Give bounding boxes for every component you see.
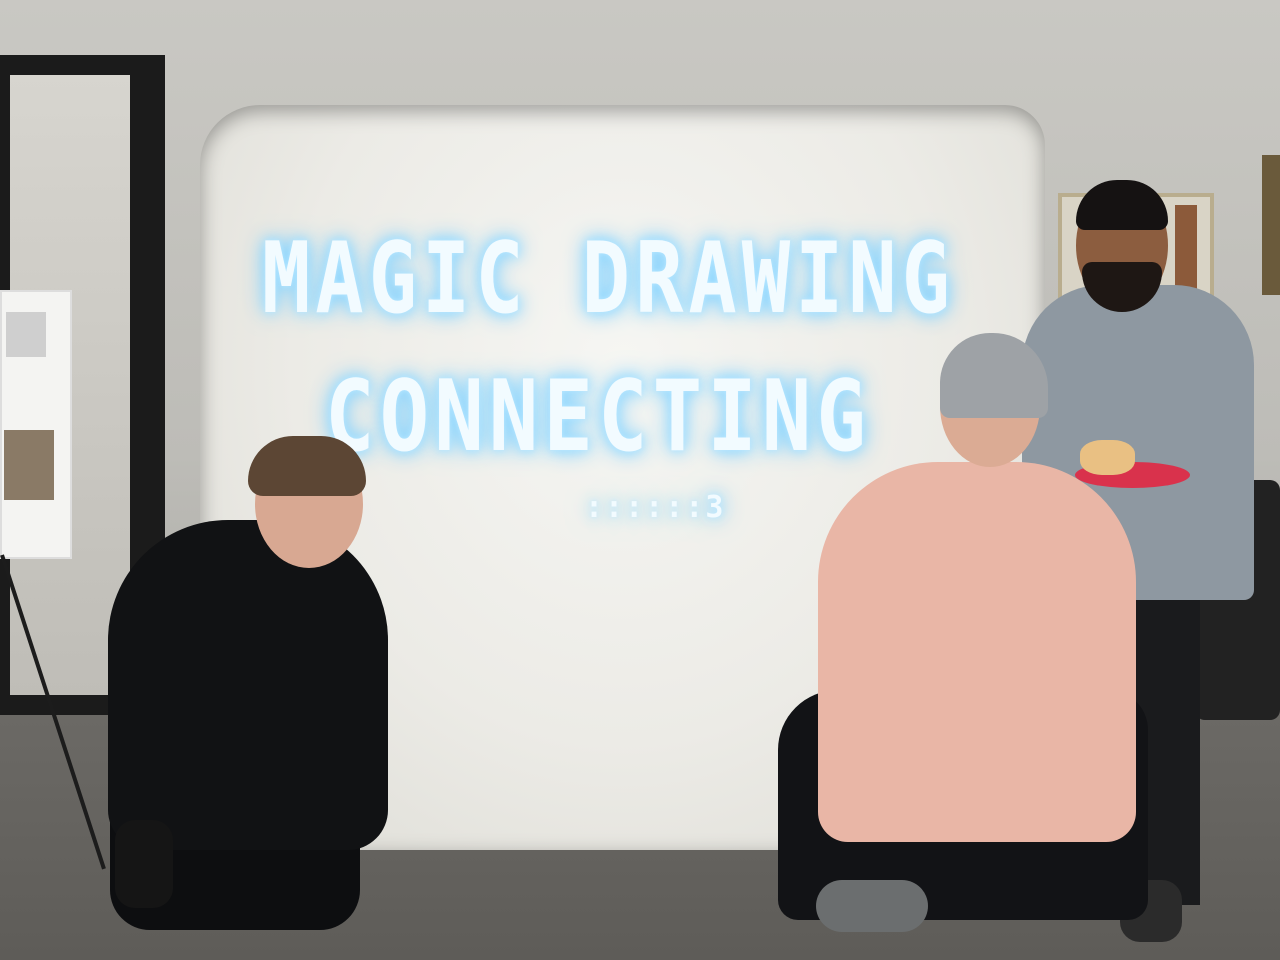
led-text-line-1: MAGIC DRAWING: [262, 222, 955, 336]
poster-board: [0, 290, 72, 559]
person-middle-body: [818, 462, 1136, 842]
person-middle-shoe: [816, 880, 928, 932]
poster-photo: [4, 430, 54, 500]
person-left-hair: [248, 436, 366, 496]
person-left-shoe: [115, 820, 173, 908]
wall-picture-frame-edge: [1262, 155, 1280, 295]
wall-picture-art: [1175, 205, 1197, 290]
photo-scene: MAGIC DRAWING CONNECTING ::::::3: [0, 0, 1280, 960]
poster-image: [6, 312, 46, 357]
person-left-body: [108, 520, 388, 850]
led-text-line-2: CONNECTING: [325, 360, 872, 474]
led-loading-indicator: ::::::3: [585, 490, 726, 525]
food-on-plate: [1080, 440, 1135, 475]
